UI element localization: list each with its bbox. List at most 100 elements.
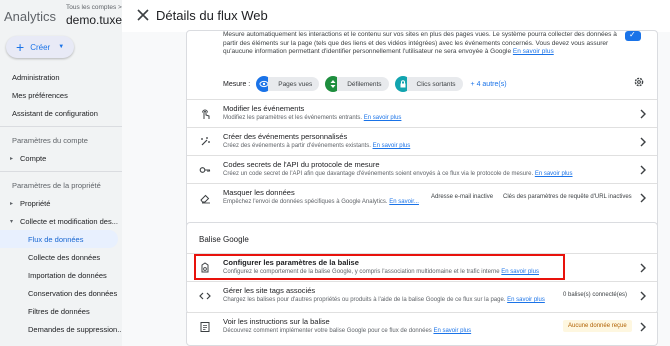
- create-button-label: Créer: [30, 42, 51, 52]
- description-line-0: Mesure automatiquement les interactions …: [223, 31, 491, 38]
- row-description: Empêchez l'envoi de données spécifiques …: [223, 199, 419, 205]
- key-icon: [199, 167, 211, 173]
- row-description: Créez des événements à partir d'événemen…: [223, 143, 410, 149]
- learn-more-link[interactable]: En savoir plus: [507, 297, 545, 303]
- sidebar-item-data-streams[interactable]: Flux de données: [0, 230, 118, 248]
- chevron-right-icon: [640, 322, 646, 332]
- learn-more-link[interactable]: En savoir plus: [513, 48, 554, 55]
- sidebar-item-preferences[interactable]: Mes préférences: [0, 86, 122, 104]
- learn-more-link[interactable]: En savoir...: [389, 199, 419, 205]
- sidebar-item-account[interactable]: ▸ Compte: [0, 149, 122, 167]
- row-desc-text: Modifiez les paramètres et les événement…: [223, 115, 363, 121]
- connected-tags-count: 0 balise(s) connecté(es): [563, 292, 628, 298]
- learn-more-link[interactable]: En savoir plus: [433, 328, 471, 334]
- row-title: Codes secrets de l'API du protocole de m…: [223, 160, 380, 169]
- learn-more-link[interactable]: En savoir plus: [535, 171, 573, 177]
- sidebar: Analytics Tous les comptes > demo.tuxed …: [0, 0, 122, 346]
- row-title: Masquer les données: [223, 188, 295, 197]
- sidebar-item-data-collection-settings[interactable]: Collecte des données: [0, 248, 122, 266]
- expand-arrow-icon: ▸: [10, 155, 14, 162]
- row-description: Modifiez les paramètres et les événement…: [223, 115, 401, 121]
- row-desc-text: Créez un code secret de l'API afin que d…: [223, 171, 534, 177]
- learn-more-link[interactable]: En savoir plus: [373, 143, 411, 149]
- close-icon[interactable]: [136, 8, 150, 22]
- expand-arrow-icon: ▸: [10, 200, 14, 207]
- sidebar-item-data-retention[interactable]: Conservation des données: [0, 284, 122, 302]
- row-description: Chargez les balises pour d'autres propri…: [223, 297, 545, 303]
- row-redact-data[interactable]: Masquer les données Empêchez l'envoi de …: [187, 183, 657, 211]
- highlight-annotation-box: [194, 254, 565, 280]
- stream-details-panel: Détails du flux Web Mesure automatiqueme…: [122, 0, 670, 346]
- url-redaction-status: Clés des paramètres de requête d'URL ina…: [503, 194, 632, 200]
- row-title: Voir les instructions sur la balise: [223, 317, 330, 326]
- row-custom-events[interactable]: Créer des événements personnalisés Créez…: [187, 127, 657, 155]
- sidebar-item-deletion-requests[interactable]: Demandes de suppression...: [0, 320, 122, 338]
- row-desc-text: Empêchez l'envoi de données spécifiques …: [223, 199, 388, 205]
- sidebar-item-setup-assistant[interactable]: Assistant de configuration: [0, 104, 122, 122]
- row-tag-instructions[interactable]: Voir les instructions sur la balise Déco…: [187, 312, 657, 342]
- sparkle-icon: [201, 137, 210, 146]
- section-property-settings: Paramètres de la propriété: [12, 180, 101, 190]
- sidebar-nav: Administration Mes préférences Assistant…: [0, 68, 122, 338]
- row-description: Découvrez comment implémenter votre bali…: [223, 328, 471, 334]
- row-manage-site-tags[interactable]: Gérer les site tags associés Chargez les…: [187, 281, 657, 311]
- collapse-arrow-icon: ▾: [10, 218, 14, 225]
- panel-title: Détails du flux Web: [156, 8, 268, 23]
- chip-scrolls: Défilements: [325, 75, 389, 93]
- chip-label: Clics sortants: [406, 77, 463, 91]
- enhanced-measurement-toggle[interactable]: [625, 30, 641, 41]
- chip-outbound-clicks: Clics sortants: [394, 75, 463, 93]
- account-name[interactable]: demo.tuxed: [66, 13, 122, 27]
- caret-down-icon: ▼: [58, 44, 65, 50]
- gear-icon[interactable]: [633, 76, 645, 88]
- panel-header: Détails du flux Web: [122, 0, 670, 32]
- google-tag-title: Balise Google: [199, 235, 249, 244]
- chevron-right-icon: [640, 165, 646, 175]
- row-desc-text: Découvrez comment implémenter votre bali…: [223, 328, 432, 334]
- eraser-icon: [200, 194, 210, 204]
- measure-row: Mesure : Pages vues Défilements Clics so…: [223, 75, 507, 93]
- sidebar-item-label: Collecte et modification des...: [20, 216, 118, 226]
- sidebar-item-data-collection[interactable]: ▾ Collecte et modification des...: [0, 212, 122, 230]
- chip-label: Défilements: [337, 77, 389, 91]
- chevron-right-icon: [640, 263, 646, 273]
- no-data-received-badge: Aucune donnée reçue: [563, 320, 632, 332]
- enhanced-measurement-card: Mesure automatiquement les interactions …: [186, 30, 658, 238]
- row-desc-text: Créez des événements à partir d'événemen…: [223, 143, 371, 149]
- row-desc-text: Chargez les balises pour d'autres propri…: [223, 297, 506, 303]
- sidebar-item-administration[interactable]: Administration: [0, 68, 122, 86]
- section-account-settings: Paramètres du compte: [12, 135, 88, 145]
- more-events-link[interactable]: + 4 autre(s): [471, 81, 507, 88]
- create-button[interactable]: + Créer ▼: [6, 36, 74, 58]
- chevron-right-icon: [640, 137, 646, 147]
- touch-icon: [202, 109, 210, 119]
- chip-label: Pages vues: [268, 77, 320, 91]
- panel-body: Mesure automatiquement les interactions …: [122, 30, 670, 346]
- sidebar-item-label: Propriété: [20, 198, 51, 208]
- sidebar-item-data-filters[interactable]: Filtres de données: [0, 302, 122, 320]
- row-description: Créez un code secret de l'API afin que d…: [223, 171, 573, 177]
- divider: [0, 171, 122, 172]
- chip-page-views: Pages vues: [256, 75, 320, 93]
- google-tag-card-continued: Voir les instructions sur la balise Déco…: [186, 312, 658, 346]
- email-redaction-status: Adresse e-mail inactive: [431, 194, 494, 200]
- chevron-right-icon: [640, 291, 646, 301]
- row-api-secrets[interactable]: Codes secrets de l'API du protocole de m…: [187, 155, 657, 183]
- document-icon: [200, 322, 210, 332]
- sidebar-item-property[interactable]: ▸ Propriété: [0, 194, 122, 212]
- row-title: Gérer les site tags associés: [223, 286, 316, 295]
- row-modify-events[interactable]: Modifier les événements Modifiez les par…: [187, 99, 657, 127]
- divider: [0, 126, 122, 127]
- sidebar-item-label: Compte: [20, 153, 47, 163]
- code-icon: [199, 292, 211, 300]
- account-breadcrumb[interactable]: Tous les comptes >: [66, 4, 122, 11]
- measure-label: Mesure :: [223, 80, 251, 88]
- row-title: Modifier les événements: [223, 104, 305, 113]
- app-title: Analytics: [4, 9, 57, 24]
- chevron-right-icon: [640, 109, 646, 119]
- enhanced-measurement-description: Mesure automatiquement les interactions …: [223, 31, 623, 57]
- chevron-right-icon: [640, 193, 646, 203]
- learn-more-link[interactable]: En savoir plus: [364, 115, 402, 121]
- sidebar-item-data-import[interactable]: Importation de données: [0, 266, 122, 284]
- row-title: Créer des événements personnalisés: [223, 132, 348, 141]
